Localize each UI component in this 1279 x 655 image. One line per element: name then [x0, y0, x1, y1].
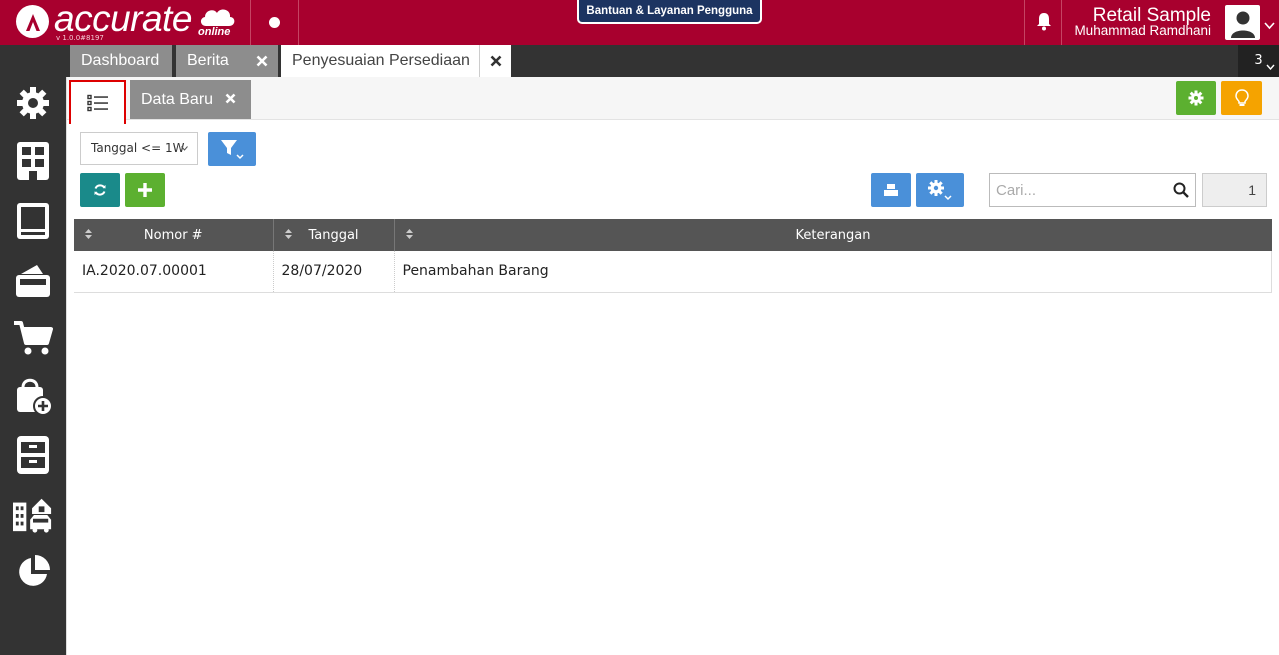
cell-nomor: IA.2020.07.00001 [74, 251, 274, 293]
tab-label: Penyesuaian Persediaan [292, 52, 470, 69]
chevron-down-icon [1266, 64, 1275, 70]
user-avatar-icon[interactable] [1225, 5, 1260, 40]
cash-wallet-icon[interactable] [13, 260, 53, 300]
close-icon[interactable] [246, 45, 278, 77]
cell-keterangan: Penambahan Barang [394, 251, 1272, 293]
print-button[interactable] [871, 173, 911, 207]
refresh-button[interactable] [80, 173, 120, 207]
tab-label: Data Baru [141, 91, 214, 108]
funnel-icon [221, 140, 244, 160]
sort-icon[interactable] [405, 228, 414, 244]
open-tabs-count[interactable]: 3 [1238, 45, 1279, 77]
options-button[interactable] [916, 173, 964, 207]
tab-penyesuaian-persediaan[interactable]: Penyesuaian Persediaan [281, 45, 511, 77]
chevron-down-icon [181, 146, 188, 151]
sidebar [0, 77, 66, 655]
shopping-cart-icon[interactable] [13, 318, 53, 358]
close-icon[interactable] [479, 45, 511, 77]
company-building-icon[interactable] [13, 141, 53, 181]
gear-icon [928, 180, 952, 201]
data-table: Nomor # Tanggal Keterangan IA.2020.07.00… [74, 219, 1272, 293]
column-header-nomor[interactable]: Nomor # [74, 219, 274, 251]
divider [298, 0, 299, 45]
search-field [989, 173, 1196, 207]
chevron-down-icon[interactable] [1264, 15, 1275, 34]
tab-berita[interactable]: Berita [176, 45, 278, 77]
list-icon [86, 94, 108, 112]
reports-pie-chart-icon[interactable] [13, 552, 53, 592]
column-header-tanggal[interactable]: Tanggal [273, 219, 395, 251]
lightbulb-icon [1234, 89, 1249, 106]
date-filter-select[interactable]: Tanggal <= 1W [80, 132, 198, 165]
table-row[interactable]: IA.2020.07.00001 28/07/2020 Penambahan B… [74, 251, 1272, 293]
search-input[interactable] [990, 174, 1165, 206]
status-dot-icon [269, 17, 280, 28]
cell-tanggal: 28/07/2020 [273, 251, 395, 293]
divider [1024, 0, 1025, 45]
date-filter-value: Tanggal <= 1W [91, 141, 185, 155]
app-version: v 1.0.0#8197 [56, 34, 104, 42]
tab-dashboard[interactable]: Dashboard [70, 45, 172, 77]
top-bar: accurate online v 1.0.0#8197 Bantuan & L… [0, 0, 1279, 45]
main-content: Data Baru Tanggal <= 1W 1 [66, 77, 1279, 655]
tab-label: Berita [187, 52, 229, 69]
divider [250, 0, 251, 45]
purchase-bag-icon[interactable] [13, 376, 53, 416]
help-button[interactable]: Bantuan & Layanan Pengguna [577, 0, 762, 24]
sub-tab-bar: Data Baru [67, 77, 1279, 124]
logo-sub: online [198, 26, 231, 38]
tips-button[interactable] [1221, 81, 1262, 115]
search-icon[interactable] [1173, 182, 1189, 202]
inventory-cabinet-icon[interactable] [13, 435, 53, 475]
sort-icon[interactable] [284, 228, 293, 244]
list-view-tab[interactable] [69, 80, 126, 124]
gear-icon [1188, 90, 1204, 106]
settings-gear-icon[interactable] [13, 83, 53, 123]
column-header-keterangan[interactable]: Keterangan [394, 219, 1272, 251]
page-number-field[interactable]: 1 [1202, 173, 1267, 207]
sort-icon[interactable] [84, 228, 93, 244]
accurate-logo-icon[interactable] [16, 5, 49, 38]
user-name[interactable]: Muhammad Ramdhani [1050, 23, 1211, 38]
printer-icon [884, 184, 898, 196]
tab-data-baru[interactable]: Data Baru [130, 80, 251, 119]
assets-building-car-icon[interactable] [13, 494, 53, 534]
add-button[interactable] [125, 173, 165, 207]
tab-bar: Dashboard Berita Penyesuaian Persediaan … [0, 45, 1279, 77]
settings-button[interactable] [1176, 81, 1216, 115]
close-icon[interactable] [225, 80, 236, 119]
ledger-book-icon[interactable] [13, 201, 53, 241]
tab-label: Dashboard [81, 52, 160, 69]
filter-button[interactable] [208, 132, 256, 166]
refresh-icon [94, 184, 106, 196]
plus-icon [138, 183, 152, 197]
